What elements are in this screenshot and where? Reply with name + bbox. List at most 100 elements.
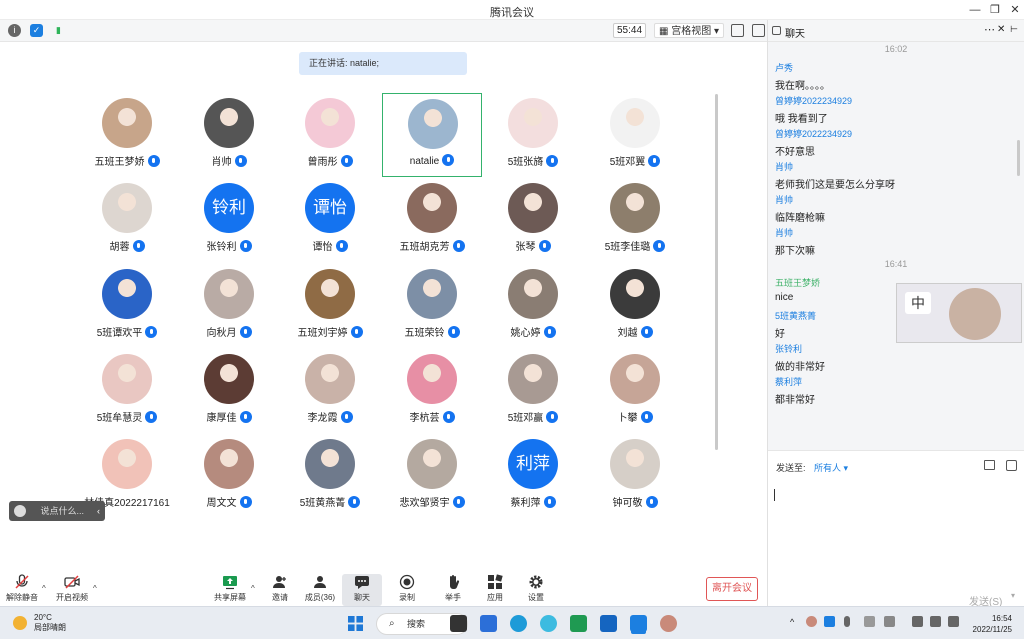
tray-ime-icon[interactable] [864, 616, 875, 627]
settings-button[interactable]: 设置 [516, 574, 556, 606]
record-button[interactable]: 录制 [387, 574, 427, 606]
unmute-button[interactable]: 解除静音 [2, 574, 42, 606]
shield-icon[interactable]: ✓ [30, 24, 43, 37]
hand-icon [450, 575, 460, 590]
chat-timestamp: 16:02 [884, 44, 908, 54]
tencent-meeting-icon[interactable] [630, 615, 647, 632]
title-bar: 腾讯会议 — ❐ ✕ [0, 0, 1024, 20]
chat-close-icon[interactable]: ✕ [997, 24, 1005, 35]
participant-avatar [305, 439, 355, 489]
side-panel-icon[interactable] [752, 24, 765, 37]
participant-tile[interactable]: 钟可敬 [585, 434, 685, 518]
screenshot-icon[interactable] [1006, 460, 1017, 471]
speaking-indicator: 正在讲话: natalie; [299, 52, 467, 75]
participant-avatar [305, 269, 355, 319]
fullscreen-icon[interactable] [731, 24, 744, 37]
more-icon[interactable]: ⋯ [984, 23, 995, 36]
signal-icon[interactable]: ▮ [52, 24, 65, 37]
taskbar-clock[interactable]: 16:54 2022/11/25 [968, 613, 1012, 635]
app-icon-4[interactable] [570, 615, 587, 632]
windows-start-icon[interactable] [348, 616, 363, 631]
chat-scrollbar[interactable] [1017, 140, 1020, 176]
chat-button[interactable]: 聊天 [342, 574, 382, 606]
chat-input-area[interactable]: 发送至: 所有人 ▾ [768, 450, 1024, 606]
chat-timestamp: 16:41 [884, 258, 908, 269]
send-options-caret[interactable]: ▾ [1011, 591, 1015, 600]
chat-icon [355, 576, 369, 589]
apps-button[interactable]: 应用 [475, 574, 515, 606]
grid-icon: ▦ [659, 26, 672, 37]
chat-message: 好 [775, 329, 785, 340]
start-video-button[interactable]: 开启视频 [52, 574, 92, 606]
text-cursor [774, 489, 775, 501]
invite-button[interactable]: 邀请 [260, 574, 300, 606]
send-to-select[interactable]: 所有人 ▾ [814, 463, 848, 473]
mic-icon [640, 326, 653, 338]
participant-name: 钟可敬 [612, 498, 643, 509]
participant-tile[interactable]: 5班李佳璐 [585, 178, 685, 262]
participant-avatar [102, 98, 152, 148]
participant-name: 5班黄燕菁 [299, 498, 346, 509]
participant-tile[interactable]: 卜攀 [585, 349, 685, 433]
mic-icon [340, 155, 353, 167]
participant-avatar [102, 354, 152, 404]
participant-name: 5班邓翼 [609, 157, 646, 168]
info-icon[interactable]: i [8, 24, 21, 37]
participant-name-row: 刘越 [565, 324, 705, 339]
tray-mic-icon[interactable] [844, 616, 850, 627]
volume-icon[interactable] [930, 616, 941, 627]
task-view-icon[interactable] [450, 615, 467, 632]
raise-hand-button[interactable]: 举手 [433, 574, 473, 606]
participant-tile[interactable]: 刘越 [585, 264, 685, 348]
file-icon[interactable] [984, 460, 995, 470]
members-button[interactable]: 成员(36) [300, 574, 340, 606]
view-mode-button[interactable]: ▦ 宫格视图 ▾ [654, 23, 725, 38]
close-button[interactable]: ✕ [1002, 2, 1024, 18]
participant-avatar: 谭怡 [305, 183, 355, 233]
app-icon-3[interactable] [540, 615, 557, 632]
video-caret[interactable]: ^ [93, 584, 97, 593]
tray-icon-5[interactable] [884, 616, 895, 627]
edge-icon[interactable] [510, 615, 527, 632]
mic-icon [442, 411, 455, 423]
emoji-icon[interactable] [14, 505, 26, 517]
tray-chevron-icon[interactable]: ^ [790, 617, 794, 627]
participant-avatar [610, 439, 660, 489]
chat-sender: 五班王梦娇 [775, 277, 821, 288]
grid-scrollbar[interactable] [715, 94, 718, 450]
battery-icon[interactable] [948, 616, 959, 627]
mic-icon [348, 496, 361, 508]
mic-icon [645, 496, 658, 508]
mic-icon [350, 326, 363, 338]
pin-icon[interactable]: ⊢ [1010, 24, 1018, 35]
app-icon-5[interactable] [600, 615, 617, 632]
participant-avatar [204, 98, 254, 148]
weather-icon [13, 616, 27, 630]
chat-message-list: 16:02 卢秀 我在啊。。。。 曾婷婷2022234929 哦 我看到了 曾婷婷2022… [768, 42, 1024, 450]
meeting-timer: 55:44 [613, 23, 646, 38]
tray-app-icon[interactable] [806, 616, 817, 627]
weather-widget[interactable]: 20°C 局部晴朗 [34, 613, 66, 633]
app-icon-7[interactable] [660, 615, 677, 632]
collapse-icon[interactable]: ‹ [97, 501, 100, 521]
participant-avatar [102, 439, 152, 489]
floating-video-window[interactable]: 中 [896, 283, 1022, 343]
share-caret[interactable]: ^ [251, 584, 255, 593]
mic-icon [239, 326, 252, 338]
participant-tile[interactable]: 5班邓翼 [585, 93, 685, 177]
mic-icon [442, 154, 455, 166]
participant-avatar [408, 99, 458, 149]
tray-meeting-icon[interactable] [824, 616, 835, 627]
chat-sender: 曾婷婷2022234929 [775, 128, 853, 139]
participant-name: 肖帅 [211, 157, 232, 168]
chat-message: 做的非常好 [775, 362, 825, 373]
chat-header: 聊天 ⋯ ✕ ⊢ [768, 20, 1024, 42]
leave-meeting-button[interactable]: 离开会议 [706, 577, 758, 601]
unmute-caret[interactable]: ^ [42, 584, 46, 593]
wifi-icon[interactable] [912, 616, 923, 627]
mic-icon [239, 496, 252, 508]
app-icon-1[interactable] [480, 615, 497, 632]
say-something-box[interactable]: 说点什么... ‹ [9, 501, 105, 521]
mic-icon [132, 240, 145, 252]
share-screen-button[interactable]: 共享屏幕 [210, 574, 250, 606]
